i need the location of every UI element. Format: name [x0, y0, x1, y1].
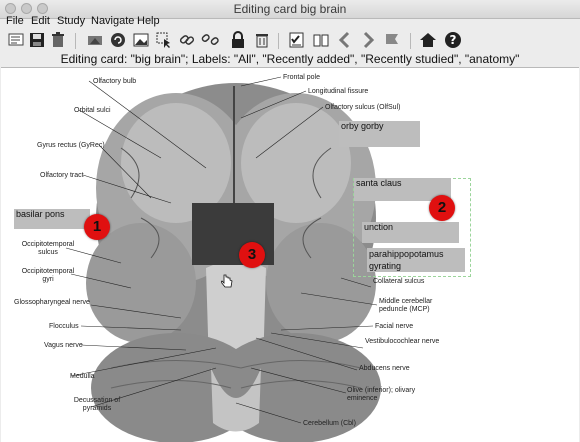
forward-arrow-icon[interactable] — [358, 30, 378, 50]
label-olfactory-sulcus: Olfactory sulcus (OlfSul) — [325, 104, 401, 111]
card-labels-line: Editing card: "big brain"; Labels: "All"… — [60, 52, 520, 66]
new-card-icon[interactable] — [6, 30, 26, 50]
label-middle-cerebellar-peduncle: Middle cerebellar peduncle (MCP) — [379, 298, 433, 313]
toolbar-separator — [278, 33, 279, 49]
card-image-canvas[interactable]: Olfactory bulb Orbital sulci Gyrus rectu… — [1, 67, 579, 442]
label-olfactory-tract: Olfactory tract — [40, 172, 84, 179]
help-icon[interactable]: ? — [443, 30, 463, 50]
hand-cursor-icon — [221, 274, 233, 288]
label-vagus-nerve: Vagus nerve — [44, 342, 83, 349]
label-collateral-sulcus: Collateral sulcus — [373, 278, 425, 285]
marker-3[interactable]: 3 — [239, 242, 265, 268]
fill-icon[interactable] — [85, 30, 105, 50]
trash-can-icon[interactable] — [252, 30, 272, 50]
label-glossopharyngeal-nerve: Glossopharyngeal nerve — [14, 299, 90, 306]
home-icon[interactable] — [418, 30, 438, 50]
label-decussation-of-pyramids: Decussation of pyramids — [73, 397, 121, 412]
occlusion-basilar-pons[interactable]: basilar pons — [14, 209, 90, 229]
menu-edit[interactable]: Edit — [31, 13, 50, 30]
occlusion-parahippopotamus[interactable]: parahippopotamus — [367, 248, 465, 260]
menu-file[interactable]: File — [6, 13, 24, 30]
label-olive: Olive (inferior); olivary eminence — [347, 387, 416, 402]
menu-navigate[interactable]: Navigate — [91, 13, 134, 30]
toolbar-separator — [75, 33, 76, 49]
label-olfactory-bulb: Olfactory bulb — [93, 78, 137, 85]
label-medulla: Medulla — [70, 373, 95, 380]
trash-icon[interactable] — [48, 30, 68, 50]
brain-image — [65, 76, 381, 442]
svg-text:?: ? — [450, 33, 457, 47]
lock-icon[interactable] — [228, 30, 248, 50]
save-icon[interactable] — [27, 30, 47, 50]
label-frontal-pole: Frontal pole — [283, 74, 320, 81]
occlusion-gyrating[interactable]: gyrating — [367, 260, 465, 272]
marker-2[interactable]: 2 — [429, 195, 455, 221]
unlink-icon[interactable] — [200, 30, 220, 50]
label-flocculus: Flocculus — [49, 323, 79, 330]
menu-study[interactable]: Study — [57, 13, 85, 30]
occlusion-orby-gorby[interactable]: orby gorby — [339, 121, 420, 147]
book-icon[interactable] — [311, 30, 331, 50]
back-arrow-icon[interactable] — [335, 30, 355, 50]
select-cursor-icon[interactable] — [154, 30, 174, 50]
checklist-icon[interactable] — [287, 30, 307, 50]
label-orbital-sulci: Orbital sulci — [74, 107, 111, 114]
label-occipitotemporal-gyri: Occipitotemporal gyri — [21, 268, 75, 283]
label-occipitotemporal-sulcus: Occipitotemporal sulcus — [21, 241, 75, 256]
label-vestibulocochlear-nerve: Vestibulocochlear nerve — [365, 338, 440, 345]
occlusion-junction[interactable]: unction — [362, 222, 459, 243]
label-cerebellum: Cerebellum (Cbl) — [303, 420, 356, 427]
marker-1[interactable]: 1 — [84, 214, 110, 240]
label-gyrus-rectus: Gyrus rectus (GyRec) — [37, 142, 105, 149]
label-abducens-nerve: Abducens nerve — [359, 365, 410, 372]
link-icon[interactable] — [177, 30, 197, 50]
rotate-icon[interactable] — [108, 30, 128, 50]
flag-icon[interactable] — [382, 30, 402, 50]
toolbar: ? — [0, 30, 580, 52]
label-longitudinal-fissure: Longitudinal fissure — [308, 88, 369, 95]
menu-bar: File Edit Study Navigate Help — [0, 13, 580, 30]
image-icon[interactable] — [131, 30, 151, 50]
label-facial-nerve: Facial nerve — [375, 323, 414, 330]
toolbar-separator — [410, 33, 411, 49]
menu-help[interactable]: Help — [137, 13, 160, 30]
